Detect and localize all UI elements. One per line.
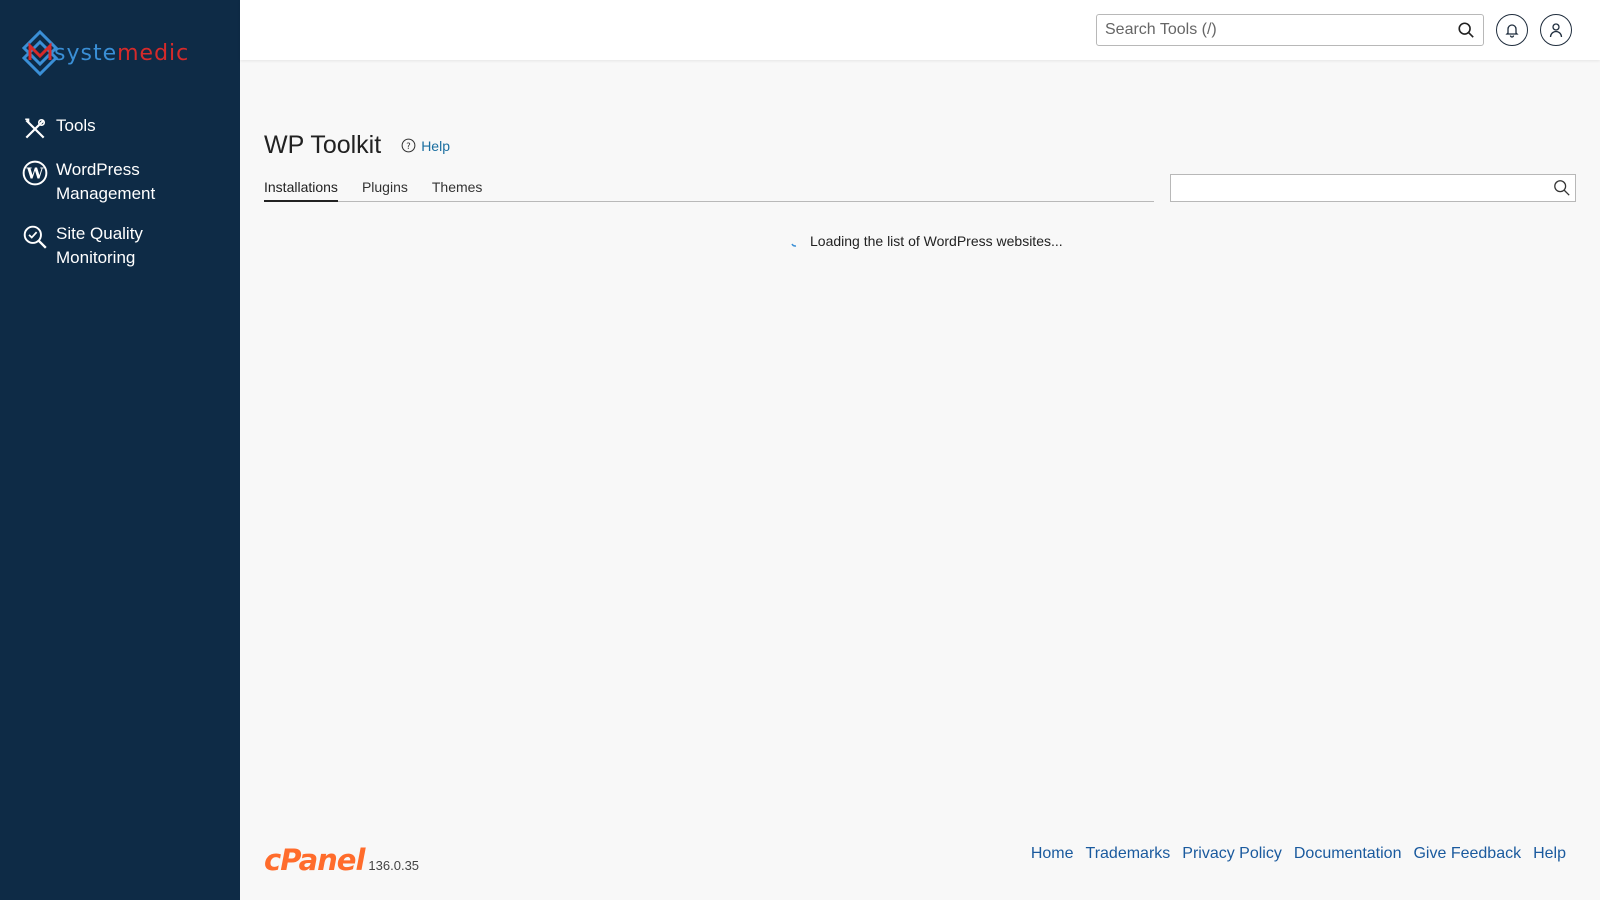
tab-installations[interactable]: Installations: [264, 177, 338, 202]
user-icon: [1549, 23, 1563, 38]
wordpress-icon: W: [22, 160, 48, 186]
spinner-icon: [791, 243, 797, 247]
footer-link-help[interactable]: Help: [1533, 845, 1566, 863]
tab-plugins[interactable]: Plugins: [362, 177, 408, 202]
search-tools-box: [1096, 14, 1484, 46]
loading-indicator: Loading the list of WordPress websites..…: [790, 233, 1063, 249]
top-header: [240, 0, 1600, 60]
footer-link-give-feedback[interactable]: Give Feedback: [1413, 845, 1521, 863]
search-icon[interactable]: [1553, 179, 1571, 197]
systemedic-logo-icon: [22, 30, 58, 76]
user-menu-button[interactable]: [1540, 14, 1572, 46]
filter-search-input[interactable]: [1171, 176, 1553, 200]
notifications-button[interactable]: [1496, 14, 1528, 46]
footer-link-home[interactable]: Home: [1031, 845, 1074, 863]
sidebar-item-label: Tools: [56, 116, 96, 135]
version-number: 136.0.35: [368, 858, 420, 873]
help-icon: ?: [401, 138, 416, 153]
svg-text:W: W: [25, 164, 44, 182]
filter-search-box: [1170, 174, 1576, 202]
footer-links: Home Trademarks Privacy Policy Documenta…: [1019, 845, 1566, 863]
page-title-row: WP Toolkit ? Help: [264, 131, 450, 160]
footer-link-privacy-policy[interactable]: Privacy Policy: [1182, 845, 1282, 863]
loading-text: Loading the list of WordPress websites..…: [810, 233, 1063, 249]
tools-icon: [25, 118, 46, 139]
search-icon[interactable]: [1457, 21, 1475, 39]
sidebar-item-tools[interactable]: Tools: [0, 108, 240, 148]
search-tools-input[interactable]: [1097, 16, 1457, 44]
sidebar: systemedic Tools W WordPress Management: [0, 0, 240, 900]
svg-text:?: ?: [406, 141, 410, 151]
sidebar-nav: Tools W WordPress Management Site Qualit…: [0, 108, 240, 280]
bell-icon: [1505, 24, 1519, 38]
sidebar-item-label: WordPress Management: [56, 160, 156, 203]
help-link[interactable]: ? Help: [401, 138, 450, 154]
page-title: WP Toolkit: [264, 131, 382, 159]
brand-logo[interactable]: systemedic: [22, 30, 227, 76]
tab-bar: Installations Plugins Themes: [264, 177, 1154, 202]
tab-themes[interactable]: Themes: [432, 177, 483, 202]
brand-name: systemedic: [54, 40, 190, 66]
footer-brand: cPanel 136.0.35: [264, 845, 419, 875]
cpanel-logo[interactable]: cPanel: [264, 845, 365, 875]
site-quality-icon: [23, 225, 47, 249]
sidebar-item-wordpress-management[interactable]: W WordPress Management: [0, 152, 240, 212]
footer-link-trademarks[interactable]: Trademarks: [1086, 845, 1171, 863]
footer-link-documentation[interactable]: Documentation: [1294, 845, 1402, 863]
sidebar-item-site-quality-monitoring[interactable]: Site Quality Monitoring: [0, 216, 240, 276]
sidebar-item-label: Site Quality Monitoring: [56, 224, 143, 267]
help-label: Help: [421, 137, 450, 154]
